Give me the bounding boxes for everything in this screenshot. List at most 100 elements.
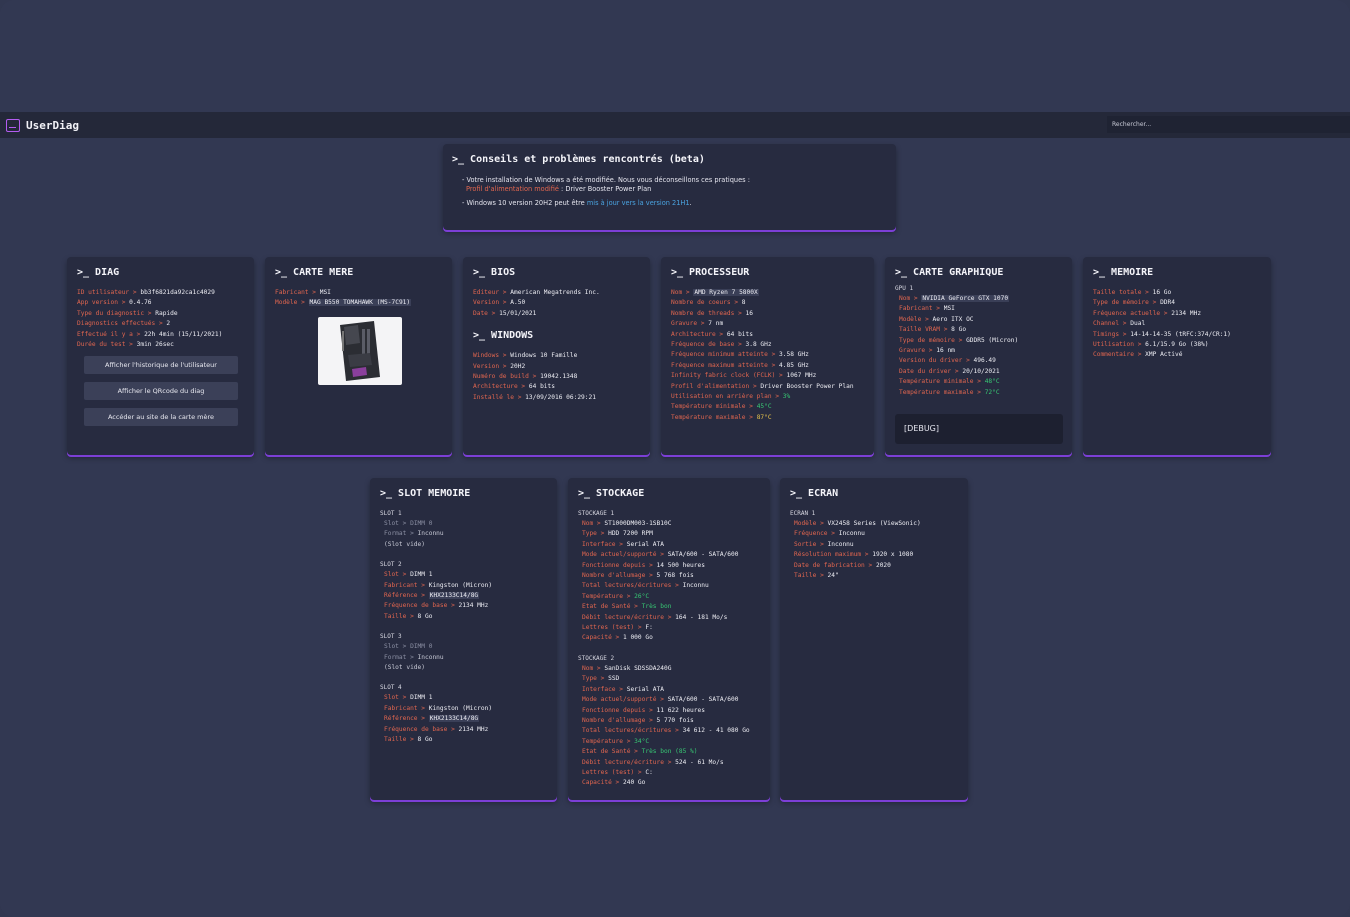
motherboard-image	[318, 316, 402, 385]
row-key: Type	[582, 530, 597, 538]
debug-button[interactable]: [DEBUG]	[895, 414, 1063, 445]
row-key: Durée du test	[77, 341, 126, 349]
row-key: Slot	[384, 694, 399, 702]
row-value: 64 bits	[726, 330, 753, 338]
screen-row: Résolution maximum > 1920 x 1080	[794, 551, 914, 559]
windows-row: Architecture > 64 bits	[473, 383, 555, 391]
disk-row: Fonctionne depuis > 11 622 heures	[582, 706, 705, 714]
row-value: American Megatrends Inc.	[510, 289, 600, 296]
qrcode-button[interactable]: Afficher le QRcode du diag	[84, 382, 238, 401]
screen-card: >_ ECRAN ECRAN 1 Modèle > VX2458 Series …	[780, 478, 968, 800]
search-input[interactable]	[1107, 116, 1350, 133]
row-key: Taille totale	[1093, 289, 1142, 296]
row-value: Windows 10 Famille	[510, 352, 578, 360]
row-key: Nom	[899, 295, 911, 302]
gpu-row: Date du driver > 20/10/2021	[899, 367, 1000, 375]
row-value: DIMM 1	[410, 571, 433, 579]
row-value: 496.49	[973, 357, 996, 365]
power-profile-link[interactable]: Profil d'alimentation modifié	[466, 185, 559, 193]
row-value: MAG B550 TOMAHAWK (MS-7C91)	[308, 299, 412, 307]
row-value: 2134 MHz	[458, 602, 489, 610]
user-history-button[interactable]: Afficher l'historique de l'utilisateur	[84, 356, 238, 375]
cpu-row: Nombre de coeurs > 8	[671, 299, 746, 307]
gpu-row: Fabricant > MSI	[899, 305, 955, 313]
row-key: Mode actuel/supporté	[582, 696, 657, 704]
cpu-row: Nombre de threads > 16	[671, 309, 753, 317]
slot-row: Référence > KHX2133C14/8G	[384, 715, 480, 723]
motherboard-site-button[interactable]: Accéder au site de la carte mère	[84, 408, 238, 427]
bios-card: >_ BIOS Editeur > American Megatrends In…	[463, 257, 650, 455]
row-value: SATA/600 - SATA/600	[667, 696, 739, 704]
row-value: SSD	[608, 675, 620, 683]
row-value: Inconnu	[682, 582, 709, 590]
row-key: Débit lecture/écriture	[582, 758, 664, 766]
slot-empty-note: (Slot vide)	[384, 540, 425, 548]
row-key: Fréquence de base	[384, 725, 448, 733]
gpu-row: Version du driver > 496.49	[899, 357, 996, 365]
slot-row: Slot > DIMM 1	[384, 694, 433, 702]
memory-row: Type de mémoire > DDR4	[1093, 299, 1175, 307]
row-key: Format	[384, 653, 407, 661]
row-value: Serial ATA	[626, 540, 664, 548]
diag-rows: ID utilisateur > bb3f6821da92ca1c4029 Ap…	[77, 288, 244, 350]
row-key: Total lectures/écritures	[582, 582, 672, 590]
power-profile-value: : Driver Booster Power Plan	[558, 185, 652, 193]
monitor-logo-icon[interactable]	[6, 118, 20, 132]
row-key: Diagnostics effectués	[77, 320, 156, 328]
row-key: Température	[582, 737, 623, 745]
row-value: 8 Go	[417, 612, 433, 620]
row-key: Nombre d'allumage	[582, 716, 646, 724]
row-key: Température	[582, 592, 623, 600]
row-key: Capacité	[582, 779, 612, 787]
gpu-row: Température minimale > 48°C	[899, 378, 1000, 386]
app-title[interactable]: UserDiag	[26, 119, 79, 132]
cpu-row: Température minimale > 45°C	[671, 403, 772, 411]
disk-row: Total lectures/écritures > 34 612 - 41 0…	[582, 727, 750, 735]
disk-row: Nombre d'allumage > 5 770 fois	[582, 716, 694, 724]
cpu-row: Infinity fabric clock (FCLK) > 1067 MHz	[671, 372, 817, 380]
row-key: App version	[77, 299, 118, 307]
row-value: 2	[166, 320, 171, 328]
slot-label: SLOT 2	[380, 561, 402, 569]
row-value: 6.1/15.9 Go (38%)	[1145, 341, 1209, 349]
disk-row: Température > 26°C	[582, 592, 650, 600]
row-value: 34 612 - 41 080 Go	[682, 727, 750, 735]
row-key: ID utilisateur	[77, 289, 130, 296]
row-key: Taille	[384, 612, 407, 620]
cpu-row: Utilisation en arrière plan > 3%	[671, 393, 791, 401]
row-key: Nombre de coeurs	[671, 299, 731, 307]
cpu-row: Gravure > 7 nm	[671, 320, 724, 328]
row-value: 20/10/2021	[962, 367, 1000, 375]
row-value: KHX2133C14/8G	[428, 715, 480, 723]
motherboard-row: Modèle > MAG B550 TOMAHAWK (MS-7C91)	[275, 299, 412, 307]
row-value: MSI	[319, 289, 331, 296]
row-value: KHX2133C14/8G	[428, 592, 480, 600]
memory-row: Channel > Dual	[1093, 320, 1146, 328]
disk-row: Interface > Serial ATA	[582, 685, 664, 693]
bios-row: Version > A.50	[473, 299, 526, 307]
row-value: 524 - 61 Mo/s	[675, 758, 724, 766]
gpu-row: Modèle > Aero ITX OC	[899, 315, 974, 323]
row-key: Fréquence maximum atteinte	[671, 361, 768, 369]
row-value: 16	[745, 309, 753, 317]
windows-update-link[interactable]: mis à jour vers la version 21H1	[587, 199, 690, 207]
row-value: 72°C	[984, 388, 1000, 396]
motherboard-row: Fabricant > MSI	[275, 289, 331, 296]
row-key: Capacité	[582, 634, 612, 642]
row-key: Type	[582, 675, 597, 683]
memory-row: Taille totale > 16 Go	[1093, 289, 1172, 296]
row-key: Température maximale	[899, 388, 974, 396]
row-value: 3.58 GHz	[779, 351, 809, 359]
row-value: 13/09/2016 06:29:21	[525, 393, 596, 401]
row-key: Type de mémoire	[899, 336, 955, 344]
row-value: 16 nm	[936, 347, 955, 355]
row-key: Commentaire	[1093, 351, 1134, 359]
cpu-row: Nom > AMD Ryzen 7 5800X	[671, 289, 759, 296]
row-value: 164 - 181 Mo/s	[675, 613, 728, 621]
row-key: Fabricant	[384, 581, 418, 589]
row-value: 14 500 heures	[656, 561, 705, 569]
row-value: 5 770 fois	[656, 716, 694, 724]
row-key: Température minimale	[671, 403, 746, 411]
row-key: Gravure	[899, 347, 926, 355]
row-value: NVIDIA GeForce GTX 1070	[921, 295, 1010, 302]
